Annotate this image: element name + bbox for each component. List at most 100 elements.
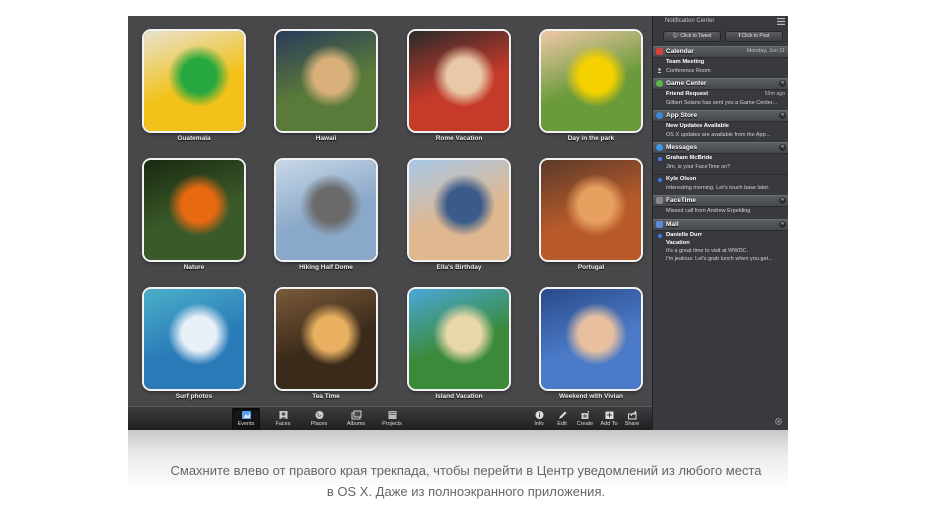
game-center-item-time: 59m ago <box>764 91 785 97</box>
event-label: Portugal <box>577 264 605 271</box>
toolbar-button-label: Share <box>624 421 640 427</box>
event-thumbnail <box>541 289 641 389</box>
event-tile[interactable]: Hiking Half Dome <box>268 152 388 276</box>
message-item[interactable]: Kyle Olson Interesting morning. Let's to… <box>653 176 788 195</box>
event-label: Hawaii <box>315 135 337 142</box>
close-icon[interactable]: ✕ <box>779 112 786 119</box>
event-thumbnail <box>409 289 509 389</box>
event-label: Guatemala <box>177 135 211 142</box>
event-thumbnail <box>144 31 244 131</box>
event-thumbnail <box>541 160 641 260</box>
calendar-date: Monday, Jun 11 <box>746 48 785 54</box>
edit-icon <box>558 411 566 419</box>
event-tile[interactable]: Day in the park <box>533 23 653 147</box>
event-label: Weekend with Vivian <box>558 393 624 400</box>
messages-section-title: Messages <box>666 144 698 151</box>
facetime-section-title: FaceTime <box>666 197 696 204</box>
event-thumbnail <box>409 31 509 131</box>
game-center-item-text: Gilbert Solano has sent you a Game Cente… <box>666 100 777 106</box>
event-label: Day in the park <box>567 135 615 142</box>
app-store-item[interactable]: New Updates Available OS X updates are a… <box>653 123 788 143</box>
places-button[interactable]: Places <box>305 408 333 430</box>
mail-preview-line: It's a great time to visit at WWDC. <box>666 248 749 254</box>
calendar-event-place: Conference Room <box>666 68 711 74</box>
click-to-post-button[interactable]: f Click to Post <box>725 31 783 42</box>
event-tile[interactable]: Guatemala <box>136 23 256 147</box>
calendar-section-header[interactable]: Calendar Monday, Jun 11 <box>653 46 788 58</box>
facetime-section-header[interactable]: FaceTime ✕ <box>653 195 788 207</box>
close-icon[interactable]: ✕ <box>779 221 786 228</box>
event-thumbnail <box>144 289 244 389</box>
calendar-section-title: Calendar <box>666 48 694 55</box>
person-icon <box>657 60 662 73</box>
list-icon[interactable] <box>777 18 785 25</box>
event-thumbnail <box>276 31 376 131</box>
calendar-event-item[interactable]: Team Meeting Conference Room <box>653 59 788 79</box>
screenshot-frame: Guatemala Hawaii Rome Vacation Day in the p… <box>128 16 788 430</box>
mail-section-header[interactable]: Mail ✕ <box>653 219 788 231</box>
game-center-item-title: Friend Request <box>666 91 709 97</box>
albums-icon <box>351 410 361 420</box>
create-icon <box>581 411 589 419</box>
toolbar-button-label: Albums <box>346 421 366 427</box>
close-icon[interactable]: ✕ <box>779 80 786 87</box>
info-icon <box>535 411 543 419</box>
share-button[interactable]: Share <box>618 408 646 430</box>
event-tile[interactable]: Rome Vacation <box>401 23 521 147</box>
mail-icon <box>656 221 663 228</box>
click-to-post-label: Click to Post <box>741 33 770 39</box>
projects-button[interactable]: Projects <box>378 408 406 430</box>
facetime-item[interactable]: Missed call from Andrew Erpelding <box>653 208 788 219</box>
event-tile[interactable]: Nature <box>136 152 256 276</box>
event-thumbnail <box>409 160 509 260</box>
unread-dot <box>658 234 662 238</box>
message-text: Interesting morning. Let's touch base la… <box>666 185 770 191</box>
game-center-section-header[interactable]: Game Center ✕ <box>653 78 788 90</box>
event-tile[interactable]: Portugal <box>533 152 653 276</box>
message-text: Jim, is your FaceTime on? <box>666 164 731 170</box>
messages-section-header[interactable]: Messages ✕ <box>653 142 788 154</box>
unread-dot <box>658 157 662 161</box>
event-tile[interactable]: Hawaii <box>268 23 388 147</box>
faces-icon <box>279 411 287 419</box>
event-tile[interactable]: Tea Time <box>268 281 388 405</box>
messages-icon <box>656 144 663 151</box>
app-store-item-text: OS X updates are available from the App.… <box>666 132 771 138</box>
click-to-tweet-button[interactable]: 🐦︎ Click to Tweet <box>663 31 721 42</box>
event-thumbnail <box>276 289 376 389</box>
game-center-item[interactable]: Friend Request 59m ago Gilbert Solano ha… <box>653 91 788 111</box>
facebook-icon: f <box>738 33 741 39</box>
twitter-icon: 🐦︎ <box>672 33 679 39</box>
mail-item[interactable]: Danielle Durr Vacation It's a great time… <box>653 232 788 262</box>
close-icon[interactable]: ✕ <box>779 197 786 204</box>
toolbar-button-label: Events <box>237 421 255 427</box>
caption-line-1: Смахните влево от правого края трекпада,… <box>170 463 762 478</box>
click-to-tweet-label: Click to Tweet <box>680 33 712 39</box>
caption: Смахните влево от правого края трекпада,… <box>128 460 804 502</box>
event-tile[interactable]: Ella's Birthday <box>401 152 521 276</box>
event-label: Nature <box>183 264 205 271</box>
event-tile[interactable]: Island Vacation <box>401 281 521 405</box>
gear-icon[interactable] <box>774 417 783 426</box>
mail-section-title: Mail <box>666 221 679 228</box>
notification-center-panel: Notification Center 🐦︎ Click to Tweet f … <box>652 16 788 430</box>
app-store-item-title: New Updates Available <box>666 123 730 129</box>
app-store-section-header[interactable]: App Store ✕ <box>653 110 788 122</box>
notification-center-title: Notification Center <box>665 18 715 24</box>
close-icon[interactable]: ✕ <box>779 144 786 151</box>
message-item[interactable]: Graham McBride Jim, is your FaceTime on? <box>653 155 788 174</box>
places-icon <box>315 411 323 419</box>
message-sender: Graham McBride <box>666 155 713 161</box>
event-tile[interactable]: Weekend with Vivian <box>533 281 653 405</box>
caption-line-2: в OS X. Даже из полноэкранного приложени… <box>326 484 606 499</box>
faces-button[interactable]: Faces <box>269 408 297 430</box>
event-label: Island Vacation <box>435 393 483 400</box>
event-tile[interactable]: Surf photos <box>136 281 256 405</box>
toolbar-button-label: Places <box>310 421 328 427</box>
facetime-item-text: Missed call from Andrew Erpelding <box>666 208 751 214</box>
iphoto-window: Guatemala Hawaii Rome Vacation Day in the p… <box>128 16 652 430</box>
event-thumbnail <box>541 31 641 131</box>
albums-button[interactable]: Albums <box>342 408 370 430</box>
events-button[interactable]: Events <box>232 408 260 430</box>
event-label: Surf photos <box>175 393 213 400</box>
